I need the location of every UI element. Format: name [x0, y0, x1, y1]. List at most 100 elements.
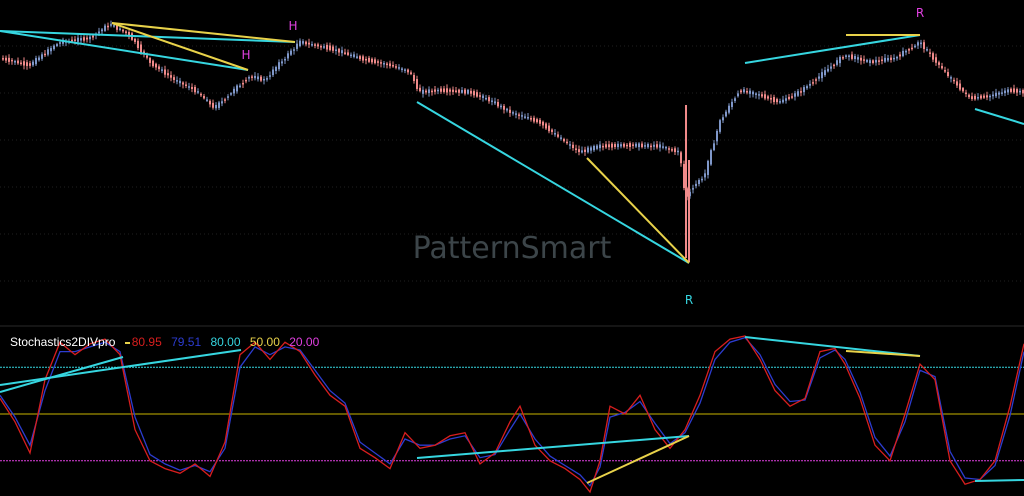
candle-body — [485, 97, 487, 100]
candle-body — [110, 24, 112, 26]
candle-body — [74, 39, 76, 41]
candle-body — [620, 144, 622, 147]
candle-body — [161, 69, 163, 71]
candle-body — [845, 55, 847, 57]
candle-body — [245, 79, 247, 82]
candle-body — [473, 91, 475, 96]
candle-body — [227, 96, 229, 98]
candle-body — [569, 144, 571, 146]
candle-body — [554, 133, 556, 135]
candle-body — [215, 104, 217, 109]
candle-body — [941, 66, 943, 69]
candle-body — [332, 46, 334, 51]
candle-body — [575, 148, 577, 150]
price-divergence-line — [0, 30, 249, 71]
candle-body — [260, 76, 262, 81]
candle-body — [653, 144, 655, 147]
legend-d-value: 79.51 — [171, 335, 202, 349]
candle-body — [629, 143, 631, 148]
candle-body — [671, 149, 673, 151]
candle-body — [839, 56, 841, 64]
candle-body — [251, 76, 253, 78]
candle-body — [425, 90, 427, 93]
candle-body — [179, 80, 181, 84]
candle-body — [737, 93, 739, 97]
candle-body — [212, 102, 214, 108]
candle-body — [731, 101, 733, 107]
candle-body — [344, 52, 346, 54]
candle-body — [974, 95, 976, 100]
candle-body — [923, 42, 925, 49]
candle-body — [8, 57, 10, 62]
candle-body — [158, 66, 160, 70]
candle-body — [806, 86, 808, 89]
pattern-marker-label: H — [241, 48, 250, 62]
candle-body — [1001, 92, 1003, 94]
candle-body — [770, 98, 772, 100]
candle-body — [902, 50, 904, 57]
candle-body — [305, 41, 307, 45]
pattern-marker-label: R — [685, 293, 693, 307]
candle-body — [470, 90, 472, 94]
candle-body — [698, 180, 700, 184]
candle-body — [614, 144, 616, 148]
candle-body — [281, 61, 283, 64]
candle-body — [965, 92, 967, 95]
candle-body — [752, 91, 754, 95]
candle-body — [995, 92, 997, 97]
candle-body — [362, 56, 364, 61]
candle-body — [341, 50, 343, 54]
candle-body — [59, 42, 61, 44]
candle-body — [764, 94, 766, 99]
candle-body — [1007, 89, 1009, 93]
candle-body — [122, 29, 124, 32]
candle-body — [551, 129, 553, 132]
candle-body — [635, 143, 637, 147]
pattern-marker-label: H — [288, 19, 297, 33]
candle-body — [725, 111, 727, 117]
candle-body — [17, 60, 19, 64]
candle-body — [521, 115, 523, 117]
candle-body — [104, 25, 106, 31]
candle-body — [785, 98, 787, 101]
candle-body — [827, 68, 829, 72]
candle-body — [536, 119, 538, 123]
candle-body — [170, 75, 172, 78]
candle-body — [134, 38, 136, 42]
candle-body — [86, 37, 88, 40]
candle-body — [539, 119, 541, 124]
candle-body — [233, 88, 235, 94]
candle-body — [371, 58, 373, 63]
candle-body — [599, 144, 601, 149]
candle-body — [356, 56, 358, 58]
candle-body — [863, 59, 865, 61]
candle-body — [968, 94, 970, 98]
candle-body — [41, 54, 43, 59]
candle-body — [476, 92, 478, 97]
candle-body — [977, 97, 979, 99]
candle-body — [11, 59, 13, 62]
candle-body — [185, 84, 187, 86]
candle-body — [683, 164, 685, 188]
candle-body — [641, 143, 643, 148]
candle-body — [1016, 89, 1018, 93]
candle-body — [980, 95, 982, 99]
candle-body — [113, 25, 115, 27]
candle-body — [155, 63, 157, 68]
candle-body — [308, 42, 310, 45]
candle-body — [833, 64, 835, 67]
candle-body — [266, 78, 268, 80]
candle-body — [407, 69, 409, 73]
candle-body — [359, 56, 361, 60]
candle-body — [230, 93, 232, 95]
candle-body — [38, 57, 40, 61]
candle-body — [956, 81, 958, 86]
candle-body — [440, 88, 442, 92]
candle-body — [23, 61, 25, 66]
candle-body — [83, 37, 85, 41]
candle-body — [650, 145, 652, 148]
candle-body — [917, 42, 919, 46]
candle-body — [812, 82, 814, 84]
candle-body — [395, 66, 397, 68]
indicator-name: Stochastics2DIVpro — [10, 335, 116, 349]
